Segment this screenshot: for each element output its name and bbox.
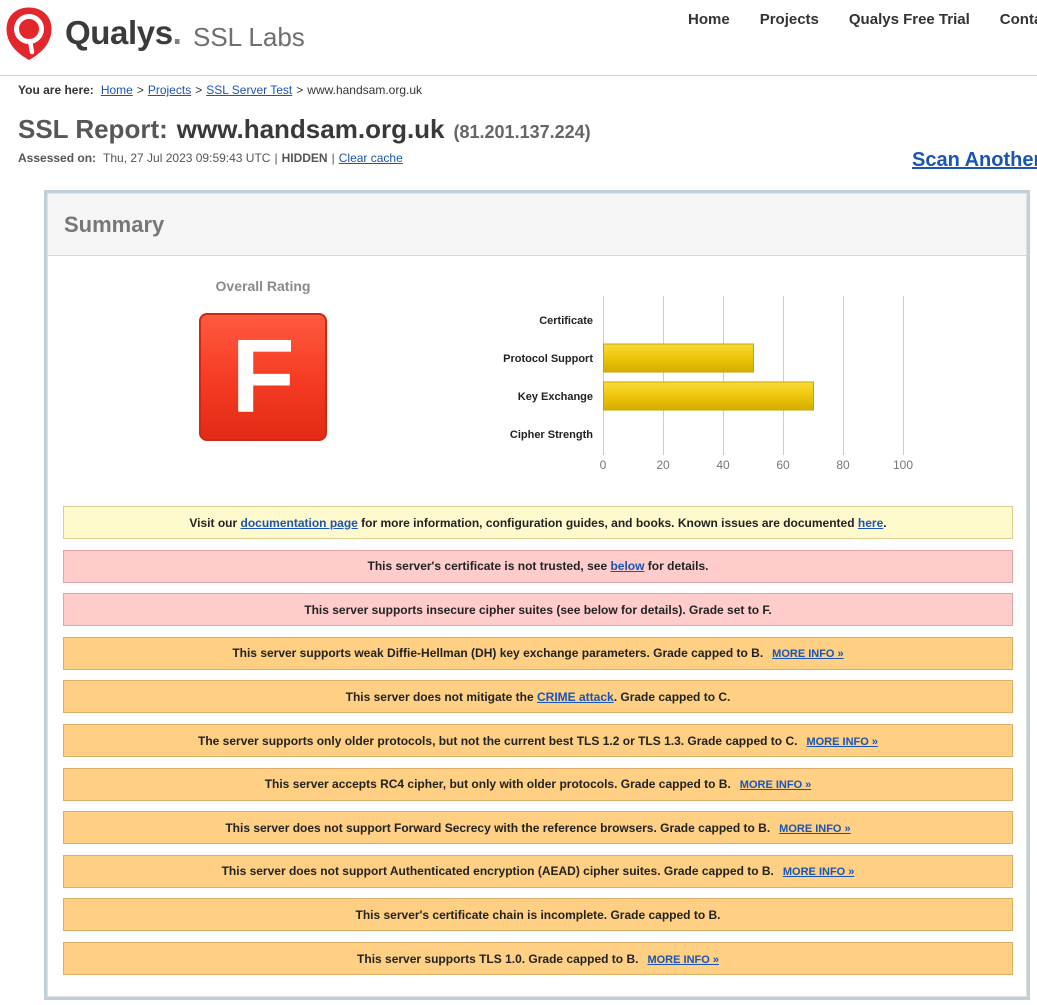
qualys-shield-icon: [6, 7, 52, 60]
notice-warning: This server does not support Forward Sec…: [63, 811, 1013, 845]
assessed-separator: |: [274, 151, 278, 165]
summary-header: Summary: [48, 194, 1026, 256]
notice-text: This server's certificate is not trusted…: [367, 559, 611, 574]
notice-error: This server supports insecure cipher sui…: [63, 593, 1013, 627]
summary-panel: Summary Overall Rating F 0 20 40 60 80 100 Cer…: [44, 190, 1030, 1000]
breadcrumb-home-link[interactable]: Home: [101, 83, 133, 98]
notice-text: Visit our: [189, 515, 241, 530]
visibility-badge: HIDDEN: [281, 151, 328, 165]
notice-warning: This server supports weak Diffie-Hellman…: [63, 636, 1013, 670]
brand-dot: .: [172, 14, 182, 51]
notice-text: This server supports weak Diffie-Hellman…: [232, 646, 764, 661]
breadcrumb-current: www.handsam.org.uk: [307, 83, 423, 97]
notice-message: This server accepts RC4 cipher, but only…: [265, 777, 812, 791]
notice-text: . Grade capped to C.: [613, 689, 731, 704]
chart-tick-label: 40: [716, 458, 730, 472]
notice-warning: This server accepts RC4 cipher, but only…: [63, 767, 1013, 801]
breadcrumb-label: You are here:: [18, 83, 94, 97]
notice-message: This server's certificate is not trusted…: [368, 559, 709, 573]
header-divider: [0, 75, 1037, 76]
chart-category-label-protocol-support: Protocol Support: [503, 353, 593, 365]
notice-message: This server supports TLS 1.0. Grade capp…: [357, 952, 719, 966]
notice-text: for details.: [644, 559, 709, 574]
more-info-link[interactable]: MORE INFO »: [779, 823, 851, 835]
notice-message: This server does not support Forward Sec…: [225, 821, 850, 835]
breadcrumb-projects-link[interactable]: Projects: [148, 83, 191, 98]
more-info-link[interactable]: MORE INFO »: [740, 779, 812, 791]
notice-text: This server does not support Authenticat…: [221, 864, 774, 879]
more-info-link[interactable]: MORE INFO »: [772, 648, 844, 660]
more-info-link[interactable]: MORE INFO »: [806, 736, 878, 748]
notice-message: The server supports only older protocols…: [198, 734, 878, 748]
chart-tick-label: 60: [776, 458, 790, 472]
brand-name[interactable]: Qualys.: [65, 13, 182, 53]
notice-message: Visit our documentation page for more in…: [189, 516, 886, 530]
notice-text: This server supports insecure cipher sui…: [304, 602, 772, 617]
summary-title: Summary: [64, 212, 165, 237]
notice-warning: This server supports TLS 1.0. Grade capp…: [63, 942, 1013, 975]
notice-message: This server supports weak Diffie-Hellman…: [232, 646, 843, 660]
notice-text: This server accepts RC4 cipher, but only…: [264, 777, 731, 792]
product-name: SSL Labs: [193, 22, 305, 52]
nav-qualys-free-trial[interactable]: Qualys Free Trial: [849, 9, 970, 31]
notice-text: for more information, configuration guid…: [357, 515, 858, 530]
title-hostname: www.handsam.org.uk: [176, 114, 445, 144]
documentation-page-link[interactable]: documentation page: [241, 516, 358, 530]
notice-text: This server's certificate chain is incom…: [355, 907, 721, 922]
nav-contact[interactable]: Conta: [1000, 9, 1037, 31]
notice-message: This server supports insecure cipher sui…: [304, 603, 771, 617]
breadcrumb-separator: >: [296, 83, 304, 97]
notice-warning: This server does not mitigate the CRIME …: [63, 680, 1013, 714]
chart-tick-label: 80: [836, 458, 850, 472]
chart-bar-key-exchange: [603, 381, 814, 411]
breadcrumb-separator: >: [136, 83, 144, 97]
nav-home[interactable]: Home: [688, 9, 730, 31]
below-link[interactable]: below: [610, 559, 644, 573]
notice-message: This server does not support Authenticat…: [222, 864, 855, 878]
chart-bar-protocol-support: [603, 343, 754, 373]
notice-message: This server's certificate chain is incom…: [356, 908, 721, 922]
scan-another-wrapper: Scan Another: [912, 148, 1037, 174]
top-nav: Home Projects Qualys Free Trial Conta: [688, 9, 1037, 31]
title-prefix: SSL Report:: [18, 114, 168, 144]
chart-tick-label: 100: [893, 458, 913, 472]
chart-category-label-cipher-strength: Cipher Strength: [510, 429, 593, 441]
chart-category-label-certificate: Certificate: [539, 315, 593, 327]
notice-warning: This server's certificate chain is incom…: [63, 898, 1013, 932]
chart-tick-label: 20: [656, 458, 670, 472]
title-ip-address: (81.201.137.224): [453, 122, 591, 142]
brand-text: Qualys: [65, 14, 173, 51]
scan-another-link[interactable]: Scan Another: [912, 148, 1037, 172]
assessed-separator: |: [331, 151, 335, 165]
more-info-link[interactable]: MORE INFO »: [783, 866, 855, 878]
breadcrumb-ssl-server-test-link[interactable]: SSL Server Test: [206, 83, 292, 98]
here-link[interactable]: here: [858, 516, 883, 530]
notice-text: This server does not mitigate the: [345, 689, 537, 704]
chart-category-label-key-exchange: Key Exchange: [518, 391, 593, 403]
notice-text: This server does not support Forward Sec…: [225, 820, 771, 835]
grade-badge: F: [199, 313, 327, 441]
notice-warning: This server does not support Authenticat…: [63, 854, 1013, 888]
notice-text: This server supports TLS 1.0. Grade capp…: [357, 951, 639, 966]
crime-attack-link[interactable]: CRIME attack: [537, 690, 614, 704]
assessed-line: Assessed on: Thu, 27 Jul 2023 09:59:43 UT…: [18, 151, 403, 166]
clear-cache-link[interactable]: Clear cache: [339, 151, 403, 165]
page-title: SSL Report: www.handsam.org.uk (81.201.137…: [18, 114, 591, 149]
notice-info: Visit our documentation page for more in…: [63, 506, 1013, 539]
rating-bar-chart: 0 20 40 60 80 100 Certificate Protocol Support K…: [503, 296, 913, 472]
overall-rating-label: Overall Rating: [215, 278, 311, 294]
nav-projects[interactable]: Projects: [760, 9, 819, 31]
breadcrumb-separator: >: [195, 83, 203, 97]
qualys-logo[interactable]: [5, 6, 53, 61]
chart-tick-label: 0: [600, 458, 607, 472]
notice-error: This server's certificate is not trusted…: [63, 549, 1013, 583]
notice-text: .: [883, 515, 887, 530]
assessed-label: Assessed on:: [18, 151, 97, 165]
assessed-timestamp: Thu, 27 Jul 2023 09:59:43 UTC: [103, 151, 271, 165]
notice-text: The server supports only older protocols…: [198, 733, 798, 748]
notice-message: This server does not mitigate the CRIME …: [346, 690, 731, 704]
more-info-link[interactable]: MORE INFO »: [647, 954, 719, 966]
notice-warning: The server supports only older protocols…: [63, 724, 1013, 757]
breadcrumb: You are here: Home > Projects > SSL Serv…: [18, 83, 422, 98]
